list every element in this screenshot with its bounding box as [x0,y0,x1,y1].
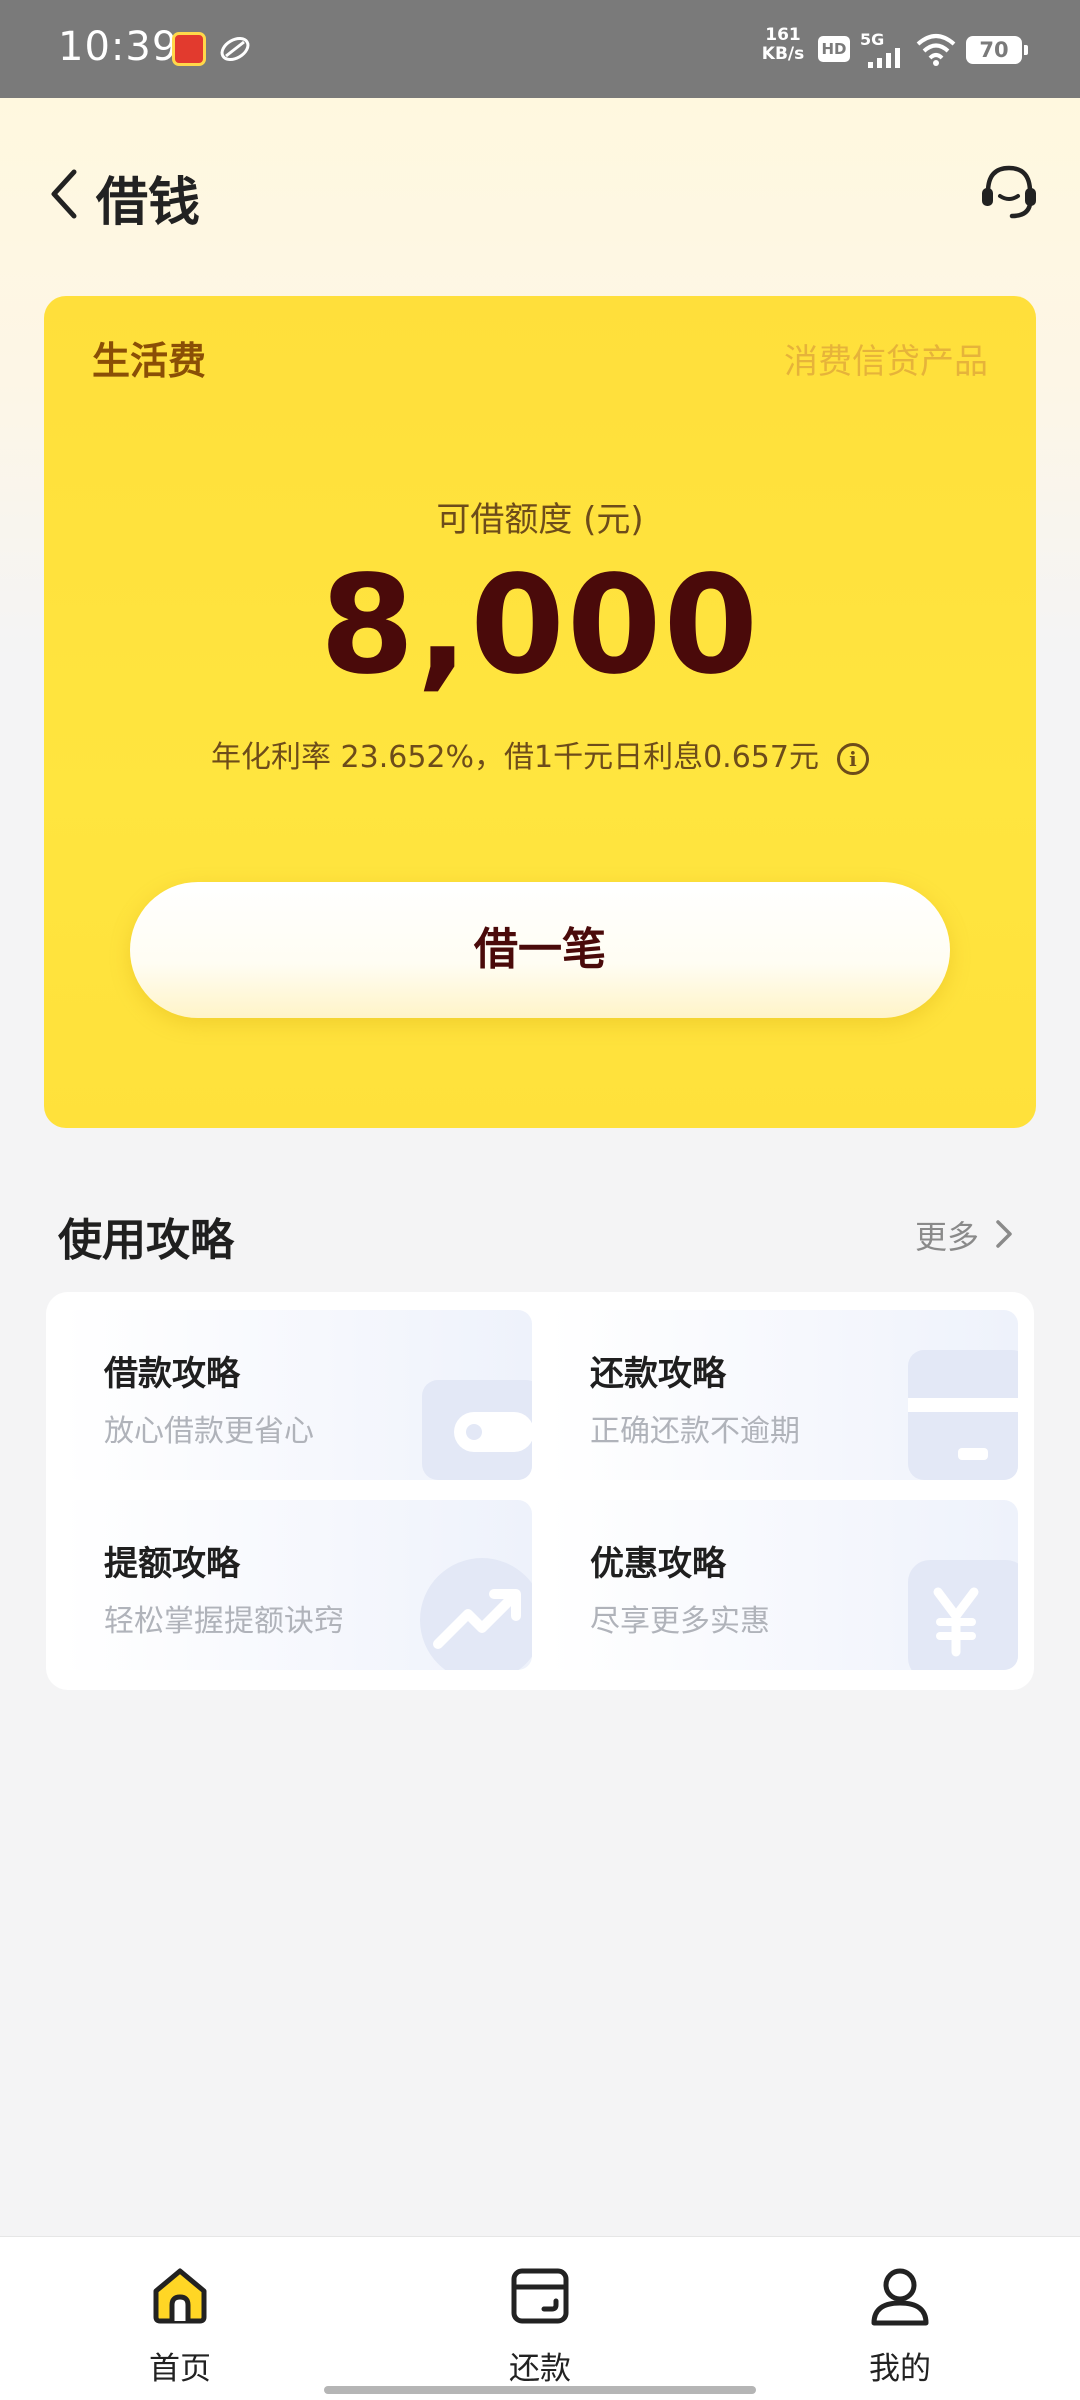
wifi-icon [916,34,956,66]
limit-amount: 8,000 [319,547,761,705]
yen-icon [908,1560,1018,1670]
borrow-button[interactable]: 借一笔 [130,882,950,1018]
guide-item-increase-limit[interactable]: 提额攻略 轻松掌握提额诀窍 [62,1500,532,1670]
guide-item-title: 优惠攻略 [590,1544,726,1584]
profile-icon [871,2268,929,2326]
home-indicator[interactable] [324,2386,756,2394]
bottom-nav: 首页 还款 我的 [0,2236,1080,2400]
nav-label: 首页 [149,2351,211,2387]
nav-item-repay[interactable]: 还款 [440,2237,640,2400]
page-title: 借钱 [96,173,201,233]
guide-item-desc: 正确还款不逾期 [590,1414,800,1449]
nav-item-home[interactable]: 首页 [80,2237,280,2400]
section-title: 使用攻略 [58,1215,234,1266]
status-bar: 10:39 161 KB/s HD 5G 70 [0,0,1080,98]
more-link[interactable]: 更多 [915,1212,979,1258]
repay-wallet-icon [511,2268,569,2324]
battery-icon: 70 [966,36,1028,64]
info-icon[interactable]: i [836,742,869,775]
limit-label: 可借额度 (元) [436,500,644,540]
product-type-label: 消费信贷产品 [784,342,988,382]
network-speed-value: 161 [765,25,801,45]
guide-item-title: 还款攻略 [590,1354,726,1394]
customer-service-icon[interactable] [978,160,1040,224]
nav-item-mine[interactable]: 我的 [800,2237,1000,2400]
loan-limit-card: 生活费 消费信贷产品 可借额度 (元) 8,000 年化利率 23.652%，借… [44,296,1036,1128]
guide-item-desc: 放心借款更省心 [104,1414,314,1449]
nav-label: 我的 [869,2351,931,2387]
guide-item-repay[interactable]: 还款攻略 正确还款不逾期 [548,1310,1018,1480]
home-icon [153,2268,207,2324]
guide-item-title: 借款攻略 [104,1354,240,1394]
guide-item-desc: 尽享更多实惠 [590,1604,770,1639]
interest-rate-line: 年化利率 23.652%，借1千元日利息0.657元 i [44,732,1036,776]
guide-panel: 借款攻略 放心借款更省心 还款攻略 正确还款不逾期 提额攻略 轻松掌握提额诀窍 … [46,1292,1034,1690]
interest-rate-text: 年化利率 23.652%，借1千元日利息0.657元 [211,740,819,775]
network-type: 5G [860,30,885,49]
card-icon [908,1350,1018,1480]
notification-sync-icon [220,37,250,61]
signal-icon [868,48,900,68]
chevron-right-icon[interactable] [994,1218,1014,1250]
network-speed: 161 KB/s [758,26,808,64]
status-time: 10:39 [58,24,179,70]
trend-up-icon [420,1558,532,1670]
nav-label: 还款 [509,2351,571,2387]
wallet-icon [422,1380,532,1480]
guide-item-title: 提额攻略 [104,1544,240,1584]
network-speed-unit: KB/s [761,44,805,64]
hd-badge: HD [818,36,850,62]
guide-item-discount[interactable]: 优惠攻略 尽享更多实惠 [548,1500,1018,1670]
product-tag: 生活费 [92,339,207,383]
guide-item-borrow[interactable]: 借款攻略 放心借款更省心 [62,1310,532,1480]
back-arrow-icon[interactable] [44,166,84,222]
guide-item-desc: 轻松掌握提额诀窍 [104,1604,344,1639]
notification-app-icon [172,32,206,66]
